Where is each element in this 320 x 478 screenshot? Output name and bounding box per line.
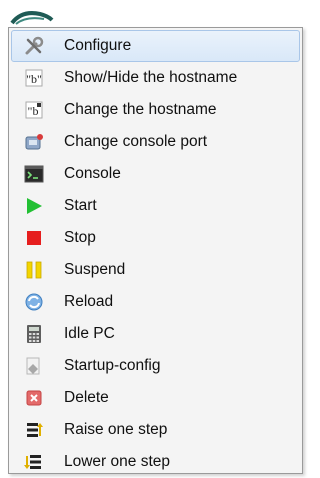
menu-item-label: Start: [64, 197, 97, 214]
menu-item-reload[interactable]: Reload: [11, 286, 300, 318]
wrench-screwdriver-icon: [18, 35, 50, 57]
svg-text:"b: "b: [28, 104, 39, 118]
menu-item-label: Idle PC: [64, 325, 115, 342]
menu-item-change-console-port[interactable]: Change console port: [11, 126, 300, 158]
menu-item-configure[interactable]: Configure: [11, 30, 300, 62]
menu-item-change-hostname[interactable]: "b Change the hostname: [11, 94, 300, 126]
calculator-icon: [18, 323, 50, 345]
menu-item-show-hide-hostname[interactable]: "b" Show/Hide the hostname: [11, 62, 300, 94]
menu-item-label: Raise one step: [64, 421, 168, 438]
menu-item-delete[interactable]: Delete: [11, 382, 300, 414]
raise-layer-icon: [18, 419, 50, 441]
menu-item-label: Configure: [64, 37, 132, 54]
menu-item-raise-one-step[interactable]: Raise one step: [11, 414, 300, 446]
reload-icon: [18, 291, 50, 313]
menu-item-start[interactable]: Start: [11, 190, 300, 222]
pause-icon: [18, 259, 50, 281]
hostname-edit-icon: "b: [18, 99, 50, 121]
config-file-icon: [18, 355, 50, 377]
menu-item-stop[interactable]: Stop: [11, 222, 300, 254]
menu-item-startup-config[interactable]: Startup-config: [11, 350, 300, 382]
menu-item-label: Show/Hide the hostname: [64, 69, 238, 86]
menu-item-label: Console: [64, 165, 121, 182]
menu-item-lower-one-step[interactable]: Lower one step: [11, 446, 300, 478]
terminal-icon: [18, 163, 50, 185]
play-icon: [18, 195, 50, 217]
device-icon: [10, 8, 54, 26]
menu-item-label: Stop: [64, 229, 96, 246]
stop-icon: [18, 227, 50, 249]
menu-item-label: Startup-config: [64, 357, 161, 374]
context-menu: Configure "b" Show/Hide the hostname "b …: [8, 27, 303, 474]
menu-item-suspend[interactable]: Suspend: [11, 254, 300, 286]
menu-item-label: Change console port: [64, 133, 208, 150]
menu-item-console[interactable]: Console: [11, 158, 300, 190]
menu-item-label: Lower one step: [64, 453, 170, 470]
console-port-icon: [18, 131, 50, 153]
hostname-tag-icon: "b": [18, 67, 50, 89]
svg-text:"b": "b": [26, 72, 42, 86]
menu-item-label: Delete: [64, 389, 109, 406]
menu-item-label: Change the hostname: [64, 101, 217, 118]
screen: Configure "b" Show/Hide the hostname "b …: [0, 0, 305, 478]
menu-item-label: Reload: [64, 293, 114, 310]
menu-item-label: Suspend: [64, 261, 126, 278]
menu-item-idle-pc[interactable]: Idle PC: [11, 318, 300, 350]
delete-icon: [18, 387, 50, 409]
lower-layer-icon: [18, 451, 50, 473]
